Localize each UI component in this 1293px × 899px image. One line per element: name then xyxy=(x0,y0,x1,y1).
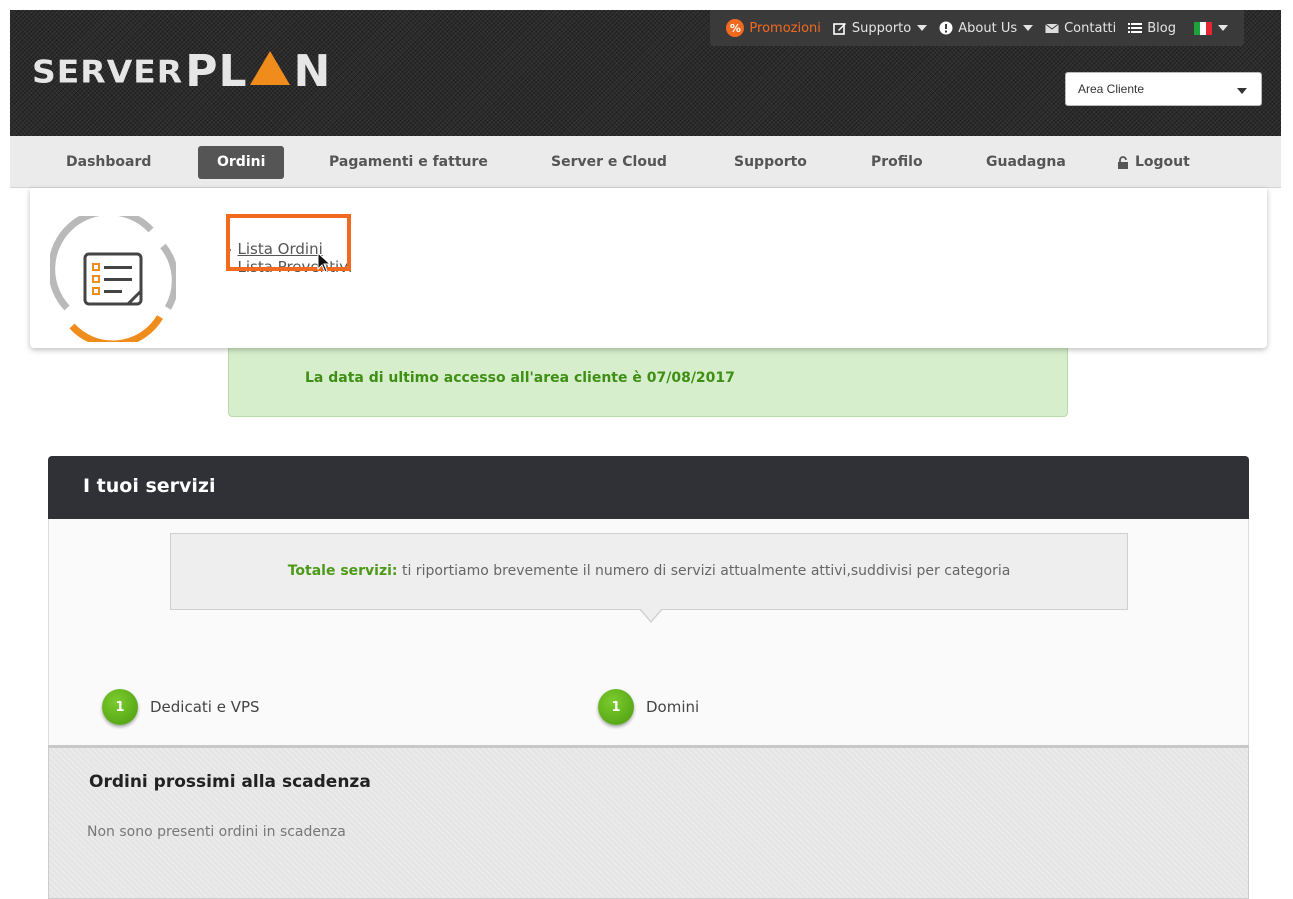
area-cliente-value: Area Cliente xyxy=(1078,82,1145,96)
services-panel-body: Totale servizi: ti riportiamo brevemente… xyxy=(48,519,1249,747)
services-title: I tuoi servizi xyxy=(83,475,216,497)
promozioni-label: Promozioni xyxy=(749,20,821,36)
last-access-text: La data di ultimo accesso all'area clien… xyxy=(305,370,735,386)
blog-label: Blog xyxy=(1147,20,1176,36)
edit-icon xyxy=(833,21,847,35)
logo-text-n: N xyxy=(293,45,332,97)
nav-logout[interactable]: Logout xyxy=(1117,146,1190,179)
nav-ordini[interactable]: Ordini xyxy=(198,146,285,179)
about-us-menu[interactable]: About Us xyxy=(939,20,1034,36)
chevron-down-icon xyxy=(1237,88,1247,94)
blog-link[interactable]: Blog xyxy=(1128,21,1176,36)
logo-triangle-icon xyxy=(249,51,290,85)
chevron-down-icon xyxy=(917,25,928,31)
service-label: Dedicati e VPS xyxy=(150,698,260,716)
info-bold-label: Totale servizi: xyxy=(287,563,398,579)
info-icon xyxy=(939,21,953,35)
service-dedicati-vps[interactable]: 1 Dedicati e VPS xyxy=(102,689,260,725)
last-access-alert: La data di ultimo accesso all'area clien… xyxy=(228,340,1068,417)
site-header: SERVER PL N % Promozioni Supporto About … xyxy=(10,10,1281,136)
info-text: ti riportiamo brevemente il numero di se… xyxy=(397,563,1011,579)
serverplan-logo[interactable]: SERVER PL N xyxy=(32,45,332,97)
nav-server-e-cloud[interactable]: Server e Cloud xyxy=(551,146,667,179)
nav-pagamenti-e-fatture[interactable]: Pagamenti e fatture xyxy=(329,146,488,179)
service-label: Domini xyxy=(646,698,700,716)
supporto-label: Supporto xyxy=(851,20,912,36)
expiring-orders-panel: Ordini prossimi alla scadenza Non sono p… xyxy=(48,745,1249,899)
main-navigation: Dashboard Ordini Pagamenti e fatture Ser… xyxy=(10,136,1281,188)
top-navigation: % Promozioni Supporto About Us Contatti xyxy=(710,10,1244,46)
nav-guadagna[interactable]: Guadagna xyxy=(986,146,1066,179)
about-us-label: About Us xyxy=(958,20,1018,36)
ordini-dropdown-panel: • Lista Ordini • Lista Preventivi xyxy=(30,188,1267,348)
chevron-down-icon xyxy=(1218,25,1228,31)
envelope-icon xyxy=(1045,23,1059,34)
services-panel-header: I tuoi servizi xyxy=(48,456,1249,519)
promozioni-link[interactable]: % Promozioni xyxy=(726,19,821,37)
info-box-pointer-fill xyxy=(640,608,662,621)
percent-icon: % xyxy=(726,19,745,37)
supporto-menu[interactable]: Supporto xyxy=(833,20,928,36)
services-info-box: Totale servizi: ti riportiamo brevemente… xyxy=(170,533,1128,610)
chevron-down-icon xyxy=(1023,25,1034,31)
count-badge: 1 xyxy=(598,689,634,725)
nav-supporto[interactable]: Supporto xyxy=(734,146,807,179)
nav-logout-label: Logout xyxy=(1135,154,1190,170)
list-icon xyxy=(1128,22,1143,34)
logo-text-server: SERVER xyxy=(32,52,184,90)
orders-list-icon xyxy=(50,216,176,342)
language-selector[interactable] xyxy=(1188,21,1228,35)
logo-text-pl: PL xyxy=(185,45,248,97)
expiring-orders-empty: Non sono presenti ordini in scadenza xyxy=(87,824,346,840)
mouse-cursor-icon xyxy=(317,252,332,273)
nav-profilo[interactable]: Profilo xyxy=(871,146,923,179)
expiring-orders-title: Ordini prossimi alla scadenza xyxy=(89,772,371,792)
count-badge: 1 xyxy=(102,689,138,725)
contatti-label: Contatti xyxy=(1064,20,1117,36)
nav-dashboard[interactable]: Dashboard xyxy=(66,146,151,179)
area-cliente-select[interactable]: Area Cliente xyxy=(1065,72,1262,106)
italian-flag-icon xyxy=(1194,21,1212,35)
unlock-icon xyxy=(1117,155,1129,170)
contatti-link[interactable]: Contatti xyxy=(1045,21,1116,36)
service-domini[interactable]: 1 Domini xyxy=(598,689,699,725)
